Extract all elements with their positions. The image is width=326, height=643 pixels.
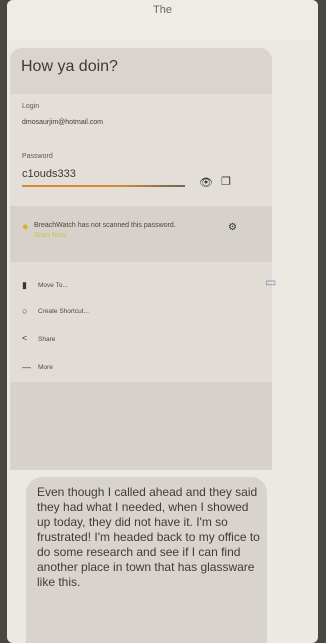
greeting-message: How ya doin? xyxy=(21,58,118,75)
breachwatch-text: BreachWatch has not scanned this passwor… xyxy=(34,222,176,229)
more-icon: — xyxy=(22,362,31,372)
password-field[interactable]: c1ouds333 xyxy=(22,168,76,180)
password-underline xyxy=(22,185,185,187)
breachwatch-message: BreachWatch has not scanned this passwor… xyxy=(34,221,184,241)
password-label: Password xyxy=(22,153,53,160)
folder-icon: ▮ xyxy=(22,280,27,290)
menu-lower-area xyxy=(10,382,272,470)
copy-icon[interactable]: ❐ xyxy=(221,177,231,188)
export-icon[interactable]: ▭ xyxy=(265,275,278,290)
page-title: The xyxy=(153,4,172,16)
menu-item-move-to[interactable]: Move To... xyxy=(38,282,68,289)
warning-icon: ● xyxy=(22,221,29,233)
login-value[interactable]: dmosaurjim@hotmail.com xyxy=(22,119,103,126)
menu-item-share[interactable]: Share xyxy=(38,336,55,343)
scan-now-link[interactable]: Scan Now xyxy=(34,232,66,239)
gear-icon[interactable]: ⚙ xyxy=(228,222,237,233)
link-icon: ○ xyxy=(22,306,28,316)
menu-item-create-shortcut[interactable]: Create Shortcut... xyxy=(38,308,89,315)
menu-item-more[interactable]: More xyxy=(38,364,53,371)
message-body: Even though I called ahead and they said… xyxy=(37,485,260,589)
share-icon: < xyxy=(22,333,28,343)
eye-off-icon[interactable]: 👁 xyxy=(199,178,213,189)
login-label: Login xyxy=(22,103,40,110)
